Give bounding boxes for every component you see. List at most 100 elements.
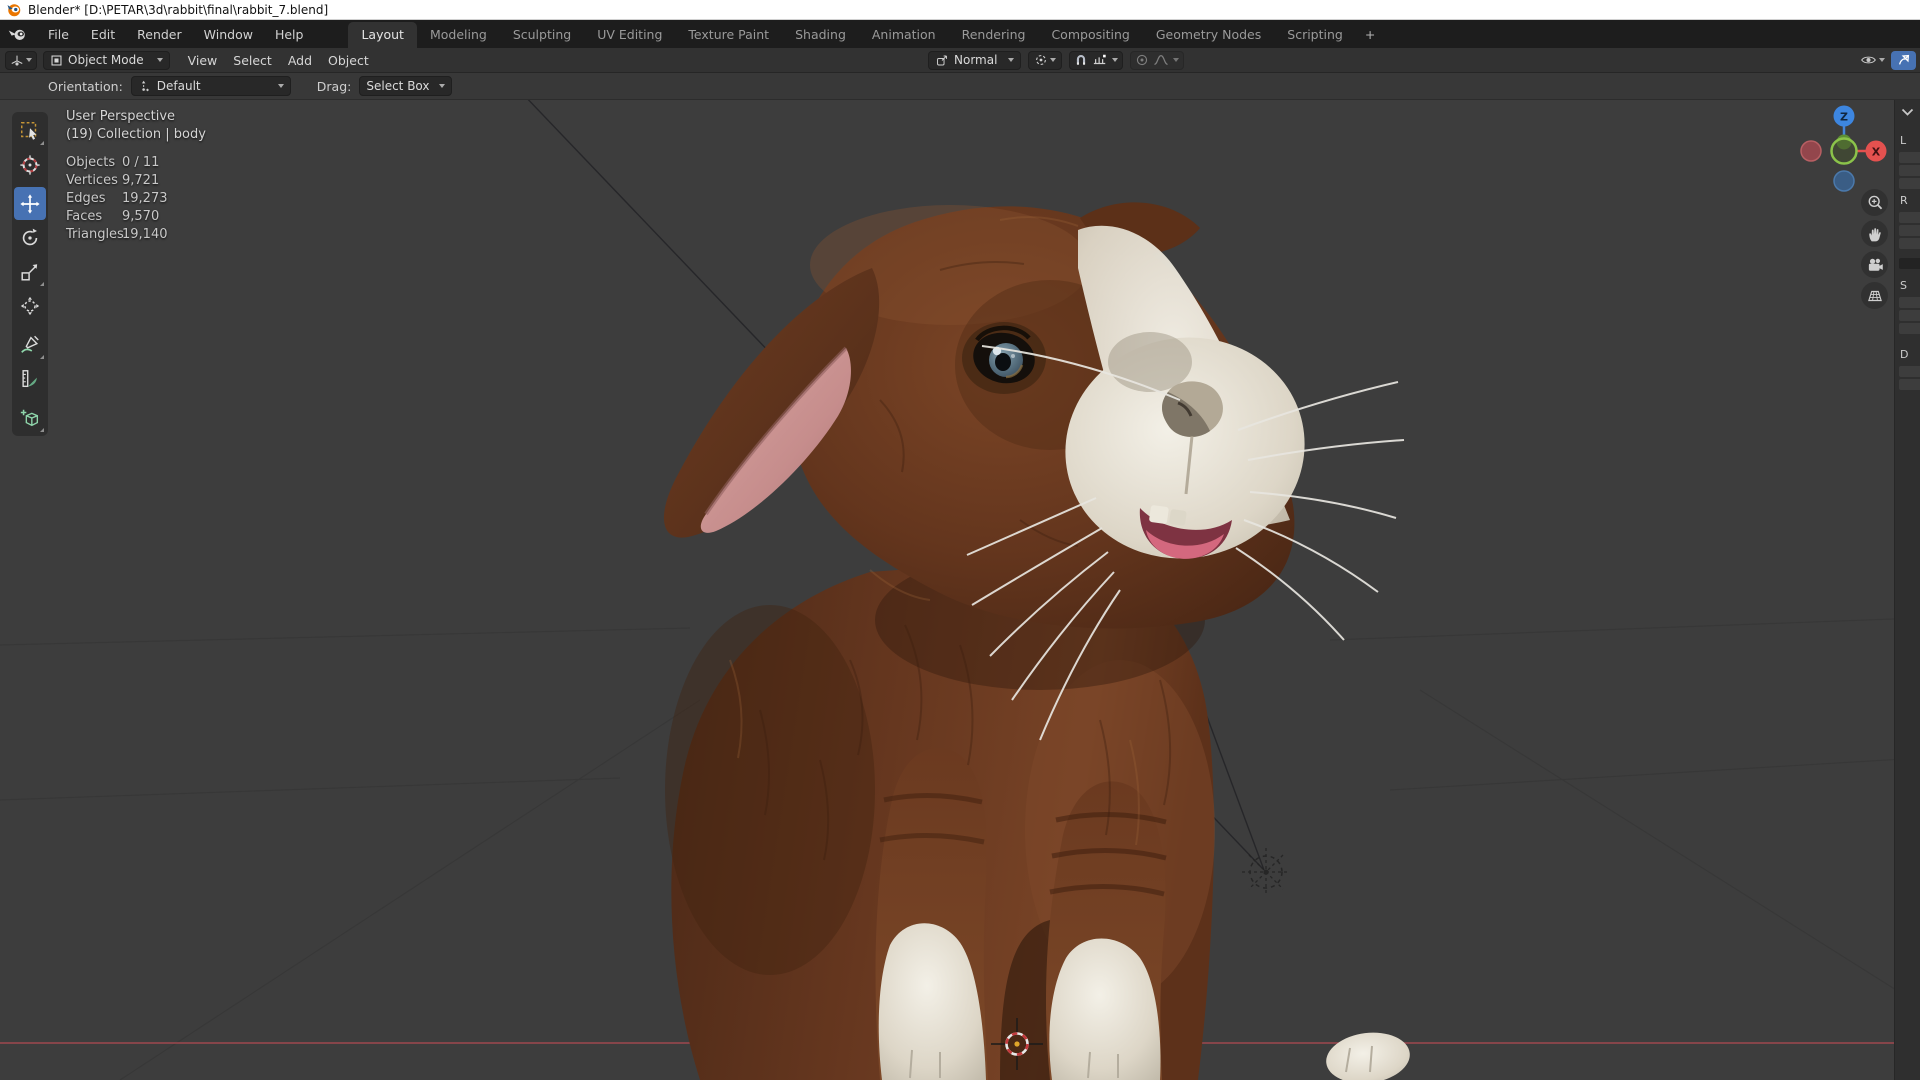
mode-label: Object Mode (68, 53, 144, 67)
zoom-button[interactable] (1861, 189, 1888, 216)
sidebar-field[interactable] (1899, 258, 1920, 269)
svg-text:X: X (1872, 146, 1881, 159)
editor-type-icon (11, 55, 23, 66)
falloff-dropdown-chevron[interactable] (1173, 58, 1180, 62)
drag-select-value: Select Box (366, 79, 430, 93)
tab-geometry-nodes[interactable]: Geometry Nodes (1143, 22, 1274, 48)
drag-label: Drag: (316, 78, 352, 94)
gizmo-center[interactable] (1830, 137, 1858, 165)
sidebar-location-label: L (1900, 134, 1907, 147)
sidebar-field[interactable] (1899, 297, 1920, 308)
sidebar-field[interactable] (1899, 323, 1920, 334)
show-gizmo-toggle[interactable] (1891, 50, 1916, 70)
menu-render[interactable]: Render (126, 23, 193, 46)
magnet-icon[interactable] (1074, 53, 1088, 67)
blender-logo-icon[interactable] (8, 28, 27, 41)
tab-modeling[interactable]: Modeling (417, 22, 500, 48)
sidebar-field[interactable] (1899, 310, 1920, 321)
gizmo-axis-neg-x[interactable] (1800, 140, 1822, 162)
tool-measure[interactable] (14, 362, 46, 395)
tool-annotate[interactable] (14, 328, 46, 361)
viewport-menu-view[interactable]: View (180, 50, 226, 71)
3d-viewport[interactable]: User Perspective (19) Collection | body … (0, 100, 1920, 1080)
viewport-menu-select[interactable]: Select (225, 50, 280, 71)
sidebar-field[interactable] (1899, 212, 1920, 223)
axis-icon (141, 80, 149, 92)
sidebar-field[interactable] (1899, 178, 1920, 189)
orientation-value: Normal (954, 53, 998, 67)
sidebar-rotation-label: R (1900, 194, 1908, 207)
tool-move[interactable] (14, 187, 46, 220)
tab-rendering[interactable]: Rendering (949, 22, 1039, 48)
navigation-gizmo[interactable]: Z X (1784, 102, 1904, 202)
menu-help[interactable]: Help (264, 23, 315, 46)
empty-object[interactable] (1242, 848, 1290, 896)
tool-add-cube[interactable] (14, 401, 46, 434)
stat-triangles: Triangles 19,140 (66, 227, 168, 242)
sidebar-field[interactable] (1899, 366, 1920, 377)
editor-type-dropdown[interactable] (5, 50, 37, 70)
orientation-select[interactable]: Default (130, 76, 291, 96)
stat-edges: Edges 19,273 (66, 191, 168, 206)
mode-dropdown[interactable]: Object Mode (43, 50, 170, 70)
orientation-icon (937, 55, 947, 65)
viewport-menu-object[interactable]: Object (320, 50, 377, 71)
tab-uv-editing[interactable]: UV Editing (584, 22, 675, 48)
tab-compositing[interactable]: Compositing (1038, 22, 1142, 48)
toggle-ortho-button[interactable] (1861, 282, 1888, 309)
tab-sculpting[interactable]: Sculpting (500, 22, 584, 48)
menu-edit[interactable]: Edit (80, 23, 126, 46)
zoom-icon (1868, 195, 1882, 209)
sidebar-field[interactable] (1899, 165, 1920, 176)
object-visibility-dropdown[interactable] (1860, 53, 1885, 67)
viewport-menu-add[interactable]: Add (280, 50, 320, 71)
proportional-editing-group (1130, 50, 1185, 70)
menu-window[interactable]: Window (193, 23, 264, 46)
svg-text:Z: Z (1840, 111, 1848, 124)
sidebar-field[interactable] (1899, 238, 1920, 249)
transform-orientation-dropdown[interactable]: Normal (928, 50, 1022, 70)
rabbit-model[interactable] (663, 202, 1413, 1080)
tool-rotate[interactable] (14, 221, 46, 254)
blender-logo-icon (7, 4, 21, 17)
tab-shading[interactable]: Shading (782, 22, 859, 48)
tab-animation[interactable]: Animation (859, 22, 949, 48)
drag-select[interactable]: Select Box (359, 76, 452, 96)
tool-select-box[interactable] (14, 114, 46, 147)
snap-with-icon[interactable] (1092, 53, 1108, 67)
window-title: Blender* [D:\PETAR\3d\rabbit\final\rabbi… (28, 2, 329, 17)
tool-transform[interactable] (14, 289, 46, 322)
sidebar-field[interactable] (1899, 379, 1920, 390)
orientation-select-value: Default (156, 79, 201, 93)
falloff-curve-icon[interactable] (1153, 53, 1169, 67)
tab-scripting[interactable]: Scripting (1274, 22, 1356, 48)
tool-cursor[interactable] (14, 148, 46, 181)
stat-faces: Faces 9,570 (66, 209, 160, 224)
tab-texture-paint[interactable]: Texture Paint (675, 22, 782, 48)
sidebar-field[interactable] (1899, 225, 1920, 236)
workspace-add-button[interactable]: + (1356, 22, 1384, 48)
camera-view-button[interactable] (1861, 251, 1888, 278)
tool-settings-bar: Orientation: Default Drag: Select Box (0, 73, 1920, 100)
gizmo-axis-z[interactable]: Z (1833, 105, 1855, 127)
sidebar-collapsed-strip: L R S D (1894, 100, 1920, 1080)
pivot-point-dropdown[interactable] (1028, 50, 1063, 70)
pan-button[interactable] (1861, 220, 1888, 247)
camera-icon (1868, 258, 1883, 271)
sidebar-scale-label: S (1900, 279, 1907, 292)
snap-dropdown-chevron[interactable] (1112, 58, 1119, 62)
gizmo-axis-neg-z[interactable] (1833, 170, 1855, 192)
hand-icon (1868, 227, 1881, 241)
sidebar-field[interactable] (1899, 152, 1920, 163)
sidebar-collapse-chevron-icon[interactable] (1901, 108, 1914, 116)
top-bar: File Edit Render Window Help Layout Mode… (0, 20, 1920, 48)
tab-layout[interactable]: Layout (348, 22, 417, 48)
tool-scale[interactable] (14, 255, 46, 288)
stat-vertices: Vertices 9,721 (66, 173, 160, 188)
stat-objects: Objects 0 / 11 (66, 155, 160, 170)
menu-file[interactable]: File (37, 23, 80, 46)
gizmo-axis-x[interactable]: X (1865, 140, 1887, 162)
show-gizmo-icon (1898, 54, 1909, 65)
visibility-eye-icon (1861, 56, 1876, 64)
proportional-edit-icon[interactable] (1135, 53, 1149, 67)
